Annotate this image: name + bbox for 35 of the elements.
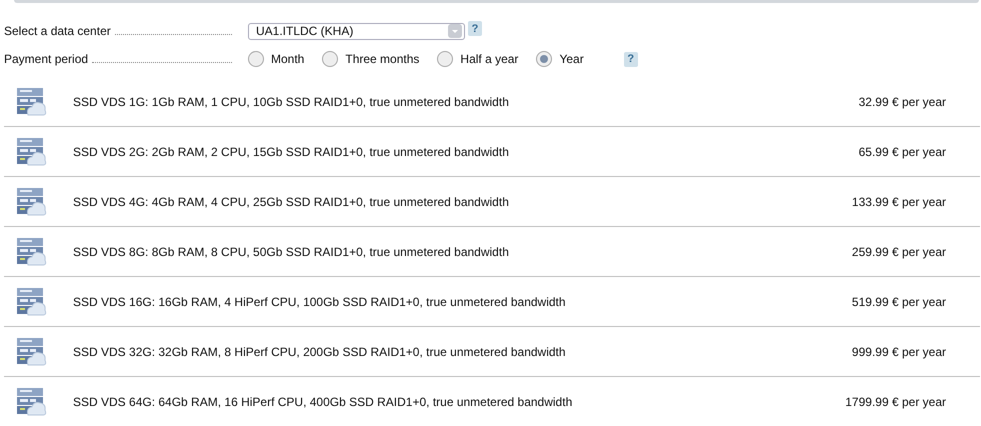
radio-label[interactable]: Month bbox=[271, 52, 304, 66]
plan-description: SSD VDS 16G: 16Gb RAM, 4 HiPerf CPU, 100Gb SSD RAID1+0, true unmetered bandwidth bbox=[73, 294, 567, 308]
cloud-server-icon bbox=[16, 336, 47, 366]
plan-description: SSD VDS 4G: 4Gb RAM, 4 CPU, 25Gb SSD RAID1+0, true unmetered bandwidth bbox=[73, 194, 510, 208]
cloud-server-icon bbox=[16, 236, 47, 266]
cloud-server-icon bbox=[16, 86, 47, 116]
plan-price: 133.99 € per year bbox=[852, 194, 946, 208]
field-label: Payment period bbox=[4, 52, 88, 66]
plan-price: 65.99 € per year bbox=[858, 144, 946, 158]
plan-price: 1799.99 € per year bbox=[845, 394, 946, 408]
cloud-server-icon bbox=[16, 136, 47, 166]
plan-description: SSD VDS 64G: 64Gb RAM, 16 HiPerf CPU, 400Gb SSD RAID1+0, true unmetered bandwidth bbox=[73, 394, 574, 408]
plan-description: SSD VDS 8G: 8Gb RAM, 8 CPU, 50Gb SSD RAID1+0, true unmetered bandwidth bbox=[73, 244, 510, 258]
radio-button[interactable] bbox=[322, 51, 338, 67]
cloud-server-icon bbox=[16, 186, 47, 216]
radio-label[interactable]: Three months bbox=[345, 52, 420, 66]
plan-description: SSD VDS 1G: 1Gb RAM, 1 CPU, 10Gb SSD RAID1+0, true unmetered bandwidth bbox=[73, 94, 510, 108]
plan-price: 259.99 € per year bbox=[852, 244, 946, 258]
help-button[interactable]: ? bbox=[624, 52, 638, 66]
plan-price: 32.99 € per year bbox=[858, 94, 946, 108]
radio-label[interactable]: Half a year bbox=[460, 52, 518, 66]
help-button[interactable]: ? bbox=[468, 21, 482, 36]
radio-button[interactable] bbox=[536, 51, 552, 67]
field-label: Select a data center bbox=[4, 24, 111, 38]
cloud-server-icon bbox=[16, 286, 47, 316]
plan-description: SSD VDS 2G: 2Gb RAM, 2 CPU, 15Gb SSD RAID1+0, true unmetered bandwidth bbox=[73, 144, 510, 158]
radio-label[interactable]: Year bbox=[559, 52, 584, 66]
plan-description: SSD VDS 32G: 32Gb RAM, 8 HiPerf CPU, 200Gb SSD RAID1+0, true unmetered bandwidth bbox=[73, 344, 567, 358]
cloud-server-icon bbox=[16, 386, 47, 416]
caret-icon bbox=[448, 24, 462, 38]
plan-price: 999.99 € per year bbox=[852, 344, 946, 358]
plan-price: 519.99 € per year bbox=[852, 294, 946, 308]
radio-button[interactable] bbox=[248, 51, 264, 67]
radio-button[interactable] bbox=[437, 51, 454, 67]
data-center-dropdown[interactable]: UA1.ITLDC (KHA) bbox=[248, 22, 465, 40]
